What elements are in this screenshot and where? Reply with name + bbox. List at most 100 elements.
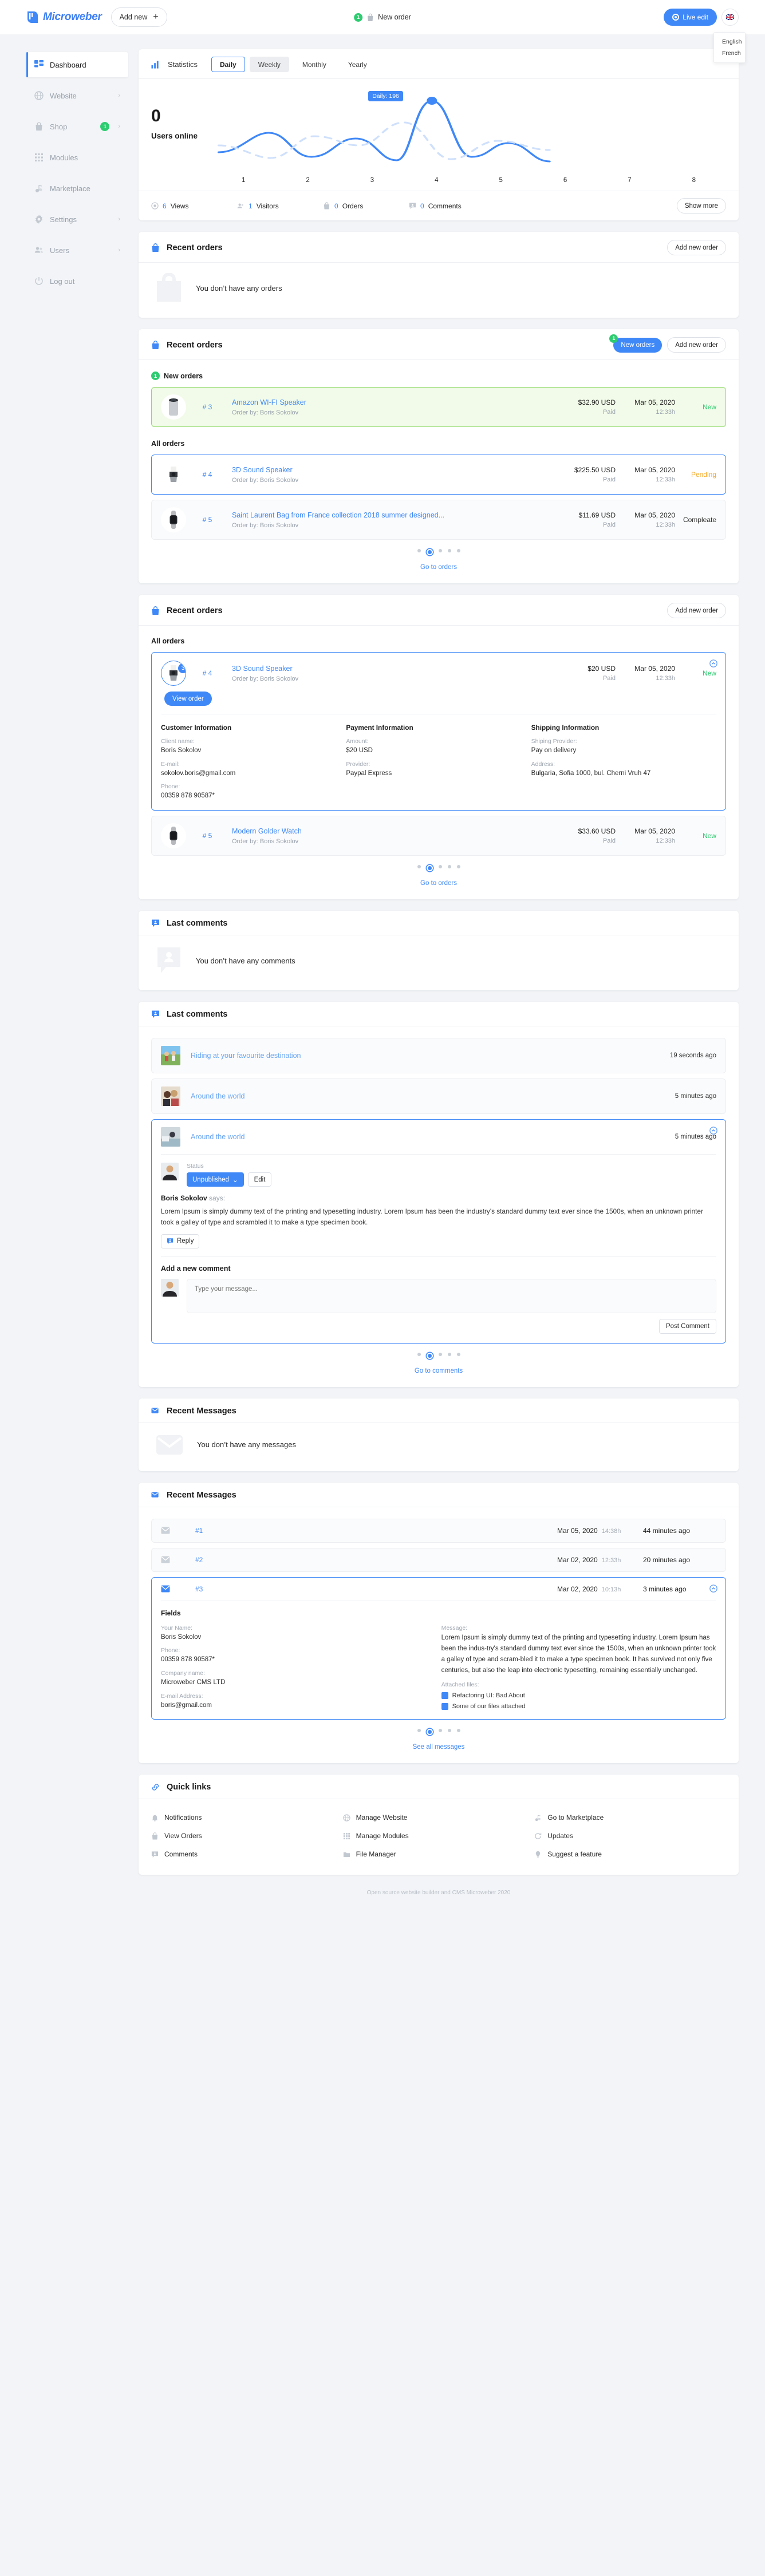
quick-link-view-orders[interactable]: View Orders (151, 1827, 343, 1845)
x-tick: 1 (242, 177, 245, 184)
comment-title[interactable]: Around the world (191, 1092, 665, 1100)
order-title[interactable]: 3D Sound Speaker (232, 465, 561, 475)
quick-link-manage-modules[interactable]: Manage Modules (343, 1827, 535, 1845)
quick-link-manage-website[interactable]: Manage Website (343, 1808, 535, 1827)
table-row[interactable]: # 5 Saint Laurent Bag from France collec… (151, 500, 726, 540)
message-id[interactable]: #3 (195, 1585, 557, 1593)
add-new-button[interactable]: Add new + (111, 7, 167, 27)
quick-link-updates[interactable]: Updates (534, 1827, 726, 1845)
collapse-icon[interactable] (709, 659, 717, 667)
reply-button[interactable]: Reply (161, 1234, 199, 1249)
collapse-icon[interactable] (709, 1127, 717, 1135)
carousel-dot[interactable] (457, 549, 460, 552)
new-orders-button[interactable]: 1 New orders (613, 338, 662, 353)
kpi-visitors[interactable]: 1 Visitors (237, 202, 323, 210)
kpi-comments[interactable]: 0 Comments (409, 202, 495, 210)
comment-input[interactable] (187, 1279, 716, 1313)
order-title[interactable]: 3D Sound Speaker (232, 664, 561, 674)
kpi-views[interactable]: 6 Views (151, 202, 237, 210)
carousel-dot-active[interactable] (427, 1353, 433, 1359)
carousel-dot-active[interactable] (427, 865, 433, 871)
quick-link-comments[interactable]: Comments (151, 1845, 343, 1863)
tab-yearly[interactable]: Yearly (340, 57, 376, 72)
language-option-english[interactable]: English (714, 36, 745, 48)
add-new-order-button[interactable]: Add new order (667, 337, 726, 353)
sidebar-item-marketplace[interactable]: Marketplace (26, 176, 128, 201)
kpi-orders[interactable]: 0 Orders (323, 202, 409, 210)
carousel-dot[interactable] (448, 549, 451, 552)
brand-logo[interactable]: Microweber (26, 10, 102, 24)
view-order-button[interactable]: View order (164, 692, 212, 706)
sidebar-item-settings[interactable]: Settings › (26, 207, 128, 232)
see-all-messages-link[interactable]: See all messages (413, 1744, 465, 1751)
table-row[interactable]: #1 Mar 05, 202014:38h 44 minutes ago (151, 1519, 726, 1543)
watch-thumb (167, 826, 180, 846)
attachment-item[interactable]: Refactoring UI: Bad About (441, 1692, 716, 1699)
language-option-french[interactable]: French (714, 48, 745, 59)
carousel-dot[interactable] (417, 549, 421, 552)
sidebar-item-logout[interactable]: Log out (26, 268, 128, 294)
order-title[interactable]: Amazon WI-FI Speaker (232, 398, 561, 408)
order-title[interactable]: Modern Golder Watch (232, 827, 561, 836)
add-new-order-button[interactable]: Add new order (667, 603, 726, 618)
language-button[interactable] (721, 9, 739, 26)
show-more-button[interactable]: Show more (677, 198, 726, 214)
post-comment-button[interactable]: Post Comment (659, 1319, 716, 1334)
quick-link-notifications[interactable]: Notifications (151, 1808, 343, 1827)
carousel-dot-active[interactable] (427, 549, 433, 555)
table-row[interactable]: # 4 3D Sound Speaker Order by: Boris Sok… (151, 455, 726, 495)
table-row[interactable]: # 5 Modern Golder Watch Order by: Boris … (151, 816, 726, 856)
quick-link-file-manager[interactable]: File Manager (343, 1845, 535, 1863)
carousel-dot[interactable] (439, 1729, 442, 1732)
list-item[interactable]: Riding at your favourite destination 19 … (151, 1038, 726, 1073)
table-row[interactable]: #2 Mar 02, 202012:33h 20 minutes ago (151, 1548, 726, 1572)
sidebar-item-modules[interactable]: Modules (26, 145, 128, 170)
order-amount: $33.60 USD (561, 827, 616, 835)
add-new-order-button[interactable]: Add new order (667, 240, 726, 255)
carousel-dot[interactable] (457, 865, 460, 868)
status-dropdown[interactable]: Unpublished ⌄ (187, 1172, 244, 1187)
order-title[interactable]: Saint Laurent Bag from France collection… (232, 511, 561, 520)
sidebar-item-users[interactable]: Users › (26, 238, 128, 263)
collapse-icon[interactable] (709, 1585, 717, 1593)
edit-button[interactable]: Edit (248, 1172, 272, 1187)
table-row[interactable]: # 3 Amazon WI-FI Speaker Order by: Boris… (151, 387, 726, 427)
language-dropdown[interactable]: English French (713, 32, 746, 63)
carousel-dot[interactable] (448, 865, 451, 868)
carousel-dots[interactable] (151, 1729, 726, 1735)
carousel-dot[interactable] (439, 865, 442, 868)
live-edit-button[interactable]: Live edit (664, 9, 717, 26)
carousel-dot[interactable] (448, 1353, 451, 1356)
carousel-dot[interactable] (448, 1729, 451, 1732)
carousel-dot[interactable] (417, 1353, 421, 1356)
sidebar-item-dashboard[interactable]: Dashboard (26, 52, 128, 77)
sidebar-item-website[interactable]: Website › (26, 83, 128, 108)
carousel-dot[interactable] (417, 1729, 421, 1732)
comment-title[interactable]: Riding at your favourite destination (191, 1052, 660, 1060)
attachment-item[interactable]: Some of our files attached (441, 1703, 716, 1710)
comment-title[interactable]: Around the world (191, 1133, 665, 1141)
quick-link-suggest-a-feature[interactable]: Suggest a feature (534, 1845, 726, 1863)
carousel-dots[interactable] (151, 1353, 726, 1359)
carousel-dot-active[interactable] (427, 1729, 433, 1735)
carousel-dot[interactable] (457, 1353, 460, 1356)
carousel-dots[interactable] (151, 865, 726, 871)
tab-weekly[interactable]: Weekly (250, 57, 289, 72)
carousel-dots[interactable] (151, 549, 726, 555)
carousel-dot[interactable] (439, 1353, 442, 1356)
sidebar-item-shop[interactable]: Shop 1 › (26, 114, 128, 139)
list-item[interactable]: Around the world 5 minutes ago (151, 1078, 726, 1114)
tab-monthly[interactable]: Monthly (294, 57, 335, 72)
go-to-orders-link[interactable]: Go to orders (420, 880, 457, 887)
tab-daily[interactable]: Daily (211, 57, 245, 72)
carousel-dot[interactable] (417, 865, 421, 868)
go-to-orders-link[interactable]: Go to orders (420, 564, 457, 571)
go-to-comments-link[interactable]: Go to comments (415, 1368, 463, 1374)
message-id[interactable]: #2 (195, 1556, 557, 1564)
carousel-dot[interactable] (439, 549, 442, 552)
message-id[interactable]: #1 (195, 1527, 557, 1535)
carousel-dot[interactable] (457, 1729, 460, 1732)
empty-text: You don’t have any messages (197, 1440, 296, 1449)
quick-link-go-to-marketplace[interactable]: Go to Marketplace (534, 1808, 726, 1827)
new-order-indicator[interactable]: 1 New order (354, 13, 411, 22)
